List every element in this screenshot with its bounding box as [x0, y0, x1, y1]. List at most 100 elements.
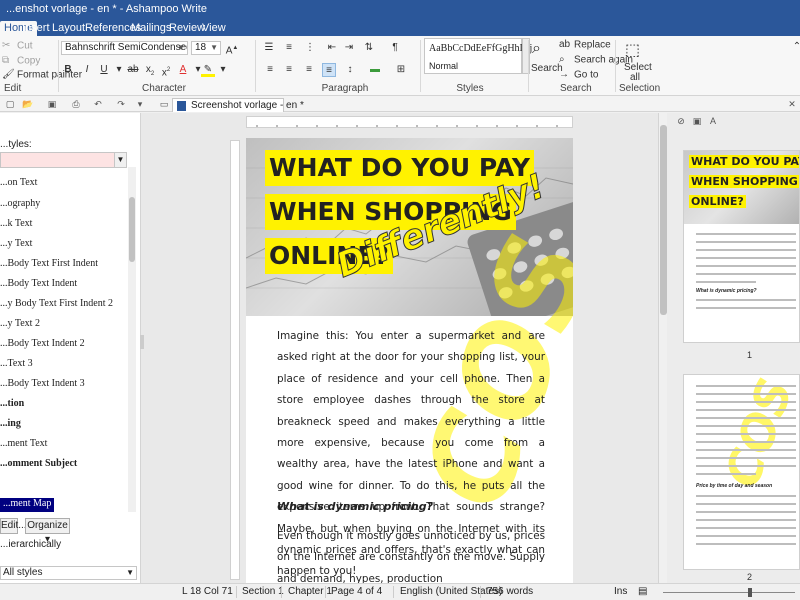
search-again-button[interactable]: ⌕ Search again — [559, 54, 633, 66]
panel-splitter[interactable] — [140, 335, 144, 349]
tab-view[interactable]: View — [198, 21, 230, 36]
text-color-icon[interactable]: A — [176, 63, 190, 77]
navigator-icon[interactable]: ⊘ — [675, 115, 687, 127]
document-tab[interactable]: Screenshot vorlage - en * — [172, 98, 304, 112]
style-list-item[interactable]: ...omment Subject — [0, 458, 77, 474]
print-icon[interactable]: ⎙ — [70, 98, 82, 110]
page-thumbnail-2[interactable]: COS Price by time of day and season — [683, 374, 800, 570]
style-list-item[interactable]: ...y Text 2 — [0, 318, 40, 334]
decrease-indent-icon[interactable]: ⇤ — [325, 41, 339, 55]
style-list-item[interactable]: ...Text 3 — [0, 358, 33, 374]
line-spacing-icon[interactable]: ↕ — [343, 63, 357, 77]
thumbnail-text-line — [696, 409, 796, 411]
horizontal-ruler[interactable] — [246, 116, 573, 128]
style-list-item[interactable]: ...y Body Text First Indent 2 — [0, 298, 113, 314]
align-right-icon[interactable]: ≡ — [302, 63, 316, 77]
status-bar: L 18 Col 71 Section 1 Chapter 1 Page 4 o… — [0, 583, 800, 600]
page-thumbnail-1[interactable]: WHAT DO YOU PAY WHEN SHOPPING ONLINE? Wh… — [683, 150, 800, 343]
insert-mode-indicator[interactable]: Ins — [614, 586, 627, 597]
highlight-icon[interactable]: ✎ — [201, 63, 215, 77]
redo-icon[interactable]: ↷ — [115, 98, 127, 110]
headline-line-1: WHAT DO YOU PAY — [265, 150, 534, 186]
sort-icon[interactable]: ⇅ — [362, 41, 376, 55]
toolbar-options-icon[interactable]: ▾ — [134, 98, 146, 110]
scroll-thumb[interactable] — [129, 197, 135, 262]
zoom-slider-handle[interactable] — [748, 588, 752, 597]
align-left-icon[interactable]: ≡ — [263, 63, 277, 77]
style-list-item[interactable]: ...tion — [0, 398, 24, 414]
document-list-icon[interactable]: ▭ — [158, 98, 170, 110]
style-list-item[interactable]: ...Body Text First Indent — [0, 258, 98, 274]
view-mode-icon[interactable]: ▤ — [638, 586, 647, 597]
new-document-icon[interactable]: ▢ — [4, 98, 16, 110]
open-icon[interactable]: 📂 — [22, 98, 34, 110]
cut-button[interactable]: ✂ Cut — [2, 40, 33, 52]
goto-button[interactable]: → Go to — [559, 69, 598, 81]
style-list-item[interactable]: ...on Text — [0, 177, 37, 193]
superscript-button[interactable]: x2 — [159, 63, 173, 78]
calculator-key — [553, 245, 571, 261]
menu-tabs: Home Insert Layout References Mailings R… — [0, 20, 800, 36]
style-list-item[interactable]: ...k Text — [0, 218, 32, 234]
style-list-item[interactable]: ...ment Text — [0, 438, 47, 454]
format-icon[interactable]: A — [707, 115, 719, 127]
thumbnail-text-line — [696, 241, 796, 243]
select-all-button[interactable]: Select all — [624, 63, 652, 83]
undo-icon[interactable]: ↶ — [92, 98, 104, 110]
style-list-item[interactable]: ...ment Map — [0, 498, 55, 512]
document-page[interactable]: WHAT DO YOU PAY WHEN SHOPPING ONLINE? Di… — [246, 138, 573, 584]
paragraph-mark-icon[interactable]: ¶ — [388, 41, 402, 55]
style-list-item[interactable]: ...Body Text Indent 3 — [0, 378, 85, 394]
thumbnail-headline-3: ONLINE? — [689, 195, 746, 208]
underline-button[interactable]: U — [97, 63, 111, 77]
cursor-icon[interactable]: ⬚ — [625, 40, 643, 60]
search-button[interactable]: Search — [531, 63, 563, 74]
save-icon[interactable]: ▣ — [46, 98, 58, 110]
style-list-scrollbar[interactable] — [128, 167, 136, 512]
borders-icon[interactable]: ⊞ — [394, 63, 408, 77]
close-document-icon[interactable]: ✕ — [786, 98, 798, 110]
chevron-down-icon[interactable]: ▾ — [216, 63, 230, 77]
font-name-combo[interactable]: Bahnschrift SemiCondensed ▼ — [61, 41, 188, 55]
copy-button[interactable]: ⧉ Copy — [2, 55, 40, 67]
subscript-button[interactable]: x2 — [143, 63, 157, 77]
style-list-item[interactable]: ...ing — [0, 418, 21, 434]
magnifier-icon[interactable]: ⌕ — [532, 40, 552, 60]
edit-style-button[interactable]: Edit... — [0, 518, 27, 534]
strikethrough-button[interactable]: ab — [126, 63, 140, 77]
ribbon-separator — [420, 40, 421, 92]
underline-options-icon[interactable]: ▾ — [112, 63, 126, 77]
bullets-icon[interactable]: ☰ — [262, 41, 276, 55]
page-indicator[interactable]: Page 4 of 4 — [331, 586, 382, 597]
grow-font-icon[interactable]: A▲ — [225, 41, 239, 56]
font-size-combo[interactable]: 18 ▼ — [191, 41, 221, 55]
justify-icon[interactable]: ≡ — [322, 63, 336, 77]
scroll-thumb[interactable] — [660, 125, 667, 315]
status-separator — [393, 586, 394, 598]
zoom-slider[interactable] — [663, 592, 795, 593]
document-scrollbar[interactable] — [658, 113, 667, 583]
style-select-combo[interactable]: ▼ — [0, 152, 127, 168]
style-list-item[interactable]: ...Body Text Indent 2 — [0, 338, 85, 354]
increase-indent-icon[interactable]: ⇥ — [342, 41, 356, 55]
align-center-icon[interactable]: ≡ — [282, 63, 296, 77]
style-list-item[interactable]: ...y Text — [0, 238, 32, 254]
styles-gallery[interactable]: AaBbCcDdEeFfGgHhIiJj Normal — [424, 38, 532, 74]
organize-button[interactable]: Organize ▾ — [25, 518, 70, 545]
numbering-icon[interactable]: ≡ — [282, 41, 296, 55]
hierarchically-checkbox[interactable]: ...ierarchically — [0, 539, 61, 550]
style-list-item[interactable]: ...Body Text Indent — [0, 278, 77, 294]
style-list-item[interactable]: ...ography — [0, 198, 40, 214]
replace-button[interactable]: ab Replace — [559, 39, 611, 51]
outline-list-icon[interactable]: ⋮ — [303, 41, 317, 55]
italic-button[interactable]: I — [80, 63, 94, 77]
vertical-ruler[interactable] — [230, 140, 240, 580]
page-view-icon[interactable]: ▣ — [691, 115, 703, 127]
shading-icon[interactable]: ▬ — [368, 63, 382, 77]
thumbnail-text-line — [696, 249, 796, 251]
bold-button[interactable]: B — [61, 63, 75, 77]
style-filter-select[interactable]: All styles ▼ — [0, 566, 137, 580]
thumbnail-text-line — [696, 441, 796, 443]
chevron-up-icon[interactable]: ⌃ — [790, 40, 800, 54]
status-separator — [281, 586, 282, 598]
